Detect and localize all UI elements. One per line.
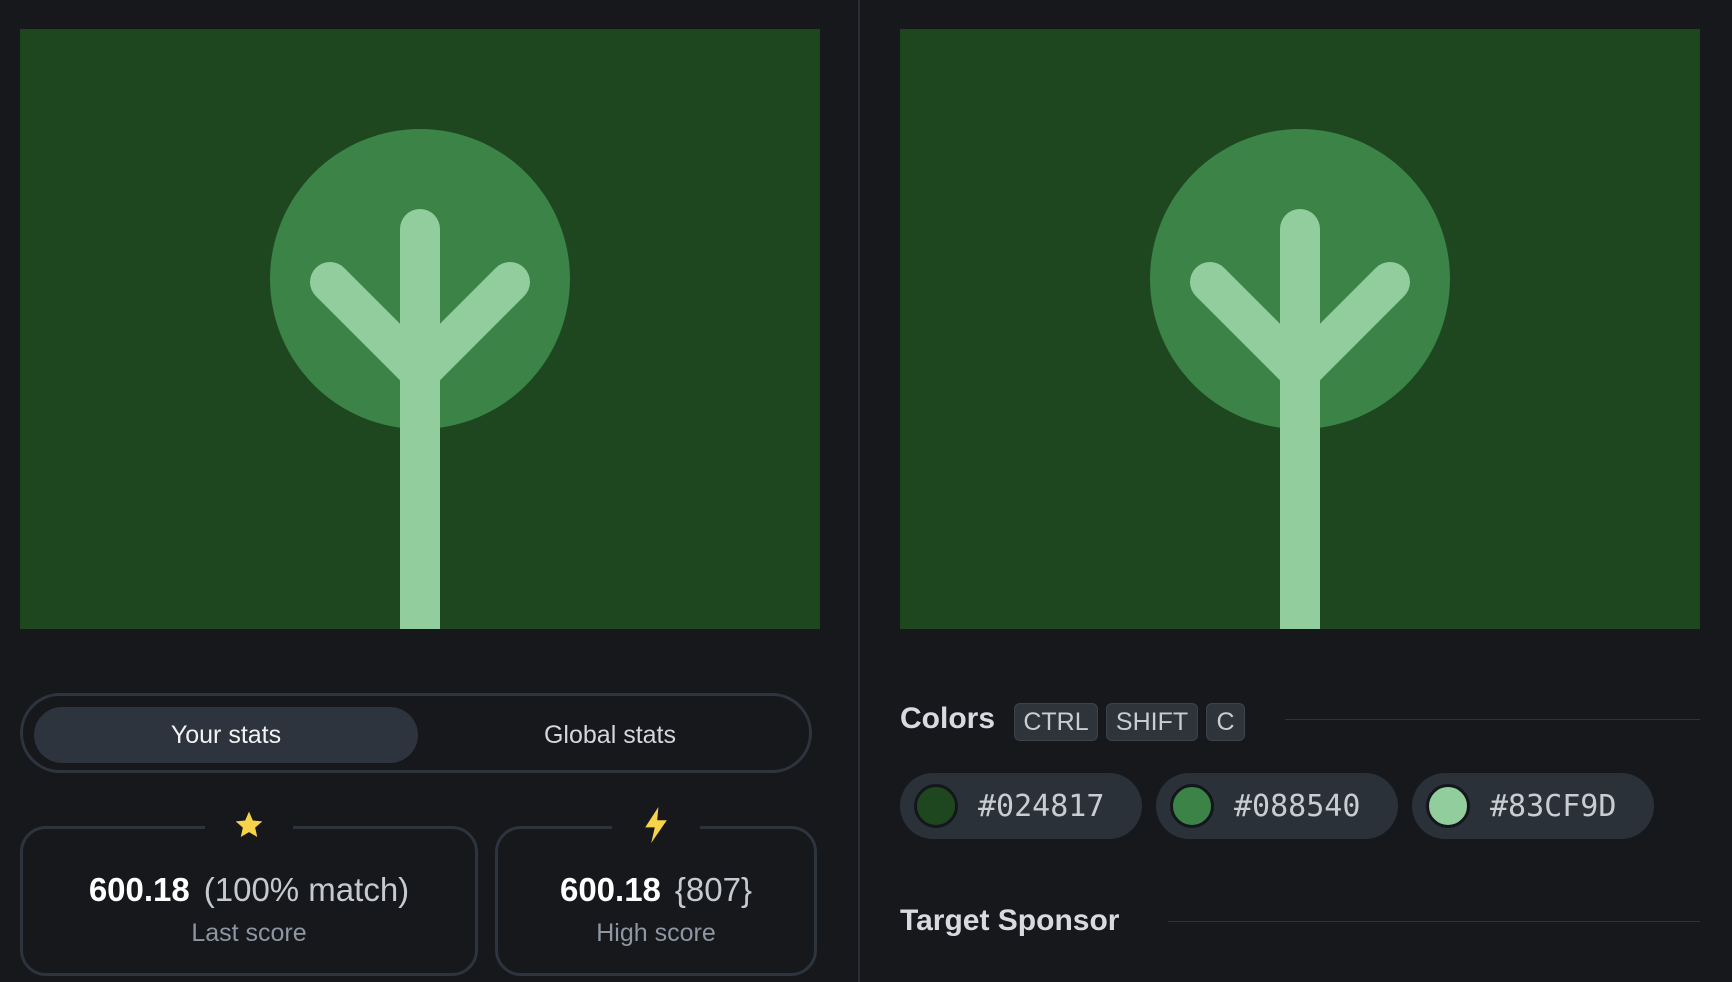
last-score-card: 600.18 (100% match) Last score xyxy=(20,801,478,976)
stats-toggle: Your stats Global stats xyxy=(20,693,812,773)
lightning-icon xyxy=(612,801,700,849)
sponsor-divider xyxy=(1168,921,1700,922)
target-drawing xyxy=(900,29,1700,629)
high-score-value: 600.18 {807} xyxy=(498,871,814,909)
color-hex: #83CF9D xyxy=(1490,788,1617,824)
colors-heading: Colors xyxy=(900,702,996,735)
tab-global-stats[interactable]: Global stats xyxy=(419,707,801,763)
color-chip[interactable]: #088540 xyxy=(1156,773,1398,839)
high-score-card: 600.18 {807} High score xyxy=(495,801,817,976)
last-score-label: Last score xyxy=(191,919,307,947)
color-hex: #088540 xyxy=(1234,788,1361,824)
color-swatch xyxy=(1426,784,1470,828)
shortcut-key-ctrl: CTRL xyxy=(1014,703,1098,741)
panel-divider xyxy=(858,0,860,982)
output-drawing xyxy=(20,29,820,629)
page: Your stats Global stats 600.18 (100% matc… xyxy=(0,0,1732,982)
color-swatch xyxy=(1170,784,1214,828)
tab-your-stats[interactable]: Your stats xyxy=(34,707,418,763)
shortcut-key-c: C xyxy=(1206,703,1245,741)
last-score-number: 600.18 xyxy=(88,871,190,908)
target-preview xyxy=(900,29,1700,629)
color-swatch xyxy=(914,784,958,828)
output-preview xyxy=(20,29,820,629)
star-icon xyxy=(205,801,293,849)
target-sponsor-heading: Target Sponsor xyxy=(900,904,1120,937)
high-score-code: {807} xyxy=(674,871,753,908)
high-score-label: High score xyxy=(596,919,716,947)
tab-global-stats-label: Global stats xyxy=(543,720,676,749)
color-chip[interactable]: #83CF9D xyxy=(1412,773,1654,839)
colors-divider xyxy=(1285,719,1700,720)
color-chip[interactable]: #024817 xyxy=(900,773,1142,839)
tab-your-stats-label: Your stats xyxy=(170,720,282,749)
high-score-number: 600.18 xyxy=(559,871,661,908)
last-score-value: 600.18 (100% match) xyxy=(23,871,475,909)
color-hex: #024817 xyxy=(978,788,1105,824)
last-score-match: (100% match) xyxy=(203,871,410,908)
shortcut-key-shift: SHIFT xyxy=(1106,703,1198,741)
